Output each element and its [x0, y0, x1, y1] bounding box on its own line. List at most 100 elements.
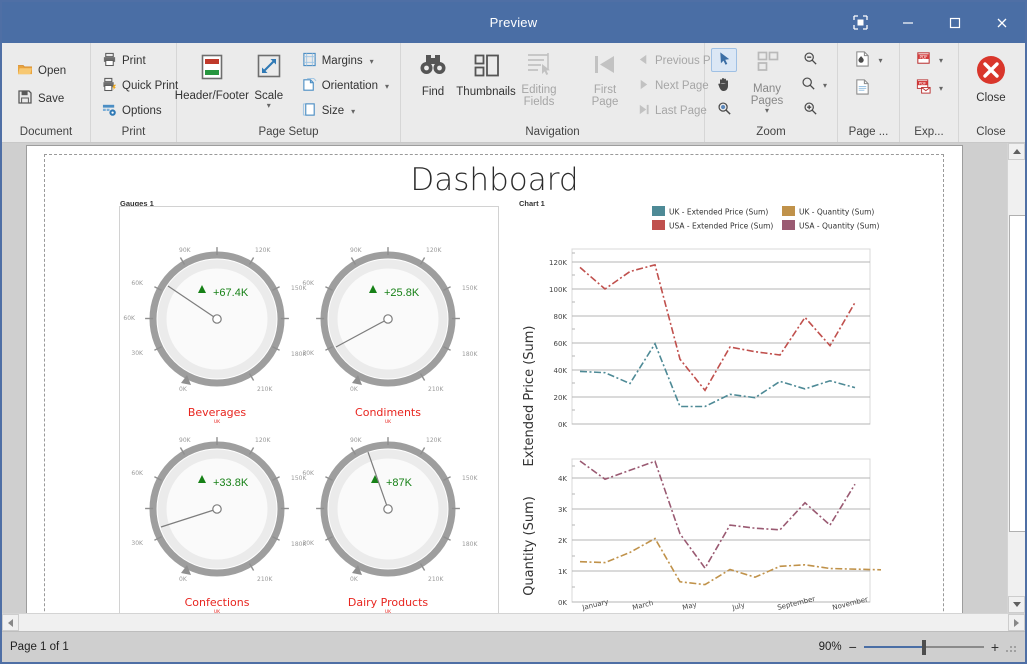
zoom-out-button-status[interactable]: − — [849, 640, 857, 654]
chevron-down-icon[interactable]: ▾ — [351, 107, 355, 116]
minimize-icon[interactable] — [884, 2, 931, 43]
orientation-button[interactable]: Orientation ▾ — [297, 75, 394, 97]
zoom-in-button-status[interactable]: + — [991, 640, 999, 654]
page-size-button[interactable]: Size ▾ — [297, 100, 394, 122]
hand-tool-button[interactable] — [711, 73, 737, 97]
zoom-out-button[interactable] — [797, 48, 823, 72]
svg-text:+25.8K: +25.8K — [384, 287, 420, 299]
svg-text:0K: 0K — [350, 386, 359, 393]
scroll-left-button[interactable] — [2, 614, 19, 631]
editing-fields-button[interactable]: Editing Fields — [513, 47, 565, 112]
zoom-slider-thumb[interactable] — [921, 639, 926, 655]
previous-page-icon — [637, 53, 650, 69]
vertical-scroll-thumb[interactable] — [1009, 215, 1025, 532]
svg-text:3K: 3K — [558, 506, 567, 514]
svg-text:60K: 60K — [302, 280, 315, 287]
svg-text:150K: 150K — [462, 285, 478, 292]
scroll-down-button[interactable] — [1008, 596, 1025, 613]
document-scroll-viewport[interactable]: Dashboard Gauges 1 Chart 1 60K 60K 30K 9… — [2, 143, 1007, 613]
svg-text:60K: 60K — [131, 470, 144, 477]
restore-window-icon[interactable] — [837, 2, 884, 43]
header-footer-icon — [195, 51, 229, 88]
zoom-level-icon — [801, 76, 816, 94]
gauge-label: Condiments — [355, 406, 421, 419]
chevron-down-icon[interactable]: ▾ — [765, 107, 769, 115]
find-button[interactable]: Find — [407, 47, 459, 102]
gauge-dairy-products: 60K 30K 90K 120K 150K 180K 210K 0K +87K — [302, 437, 478, 613]
svg-text:+87K: +87K — [386, 477, 413, 489]
thumbnails-button[interactable]: Thumbnails — [456, 47, 516, 102]
zoom-slider[interactable] — [863, 639, 984, 655]
export-pdf-button[interactable]: PDF ▾ — [912, 49, 946, 71]
svg-text:90K: 90K — [179, 437, 192, 444]
gauge-beverages: 60K 60K 30K 90K 120K 150K 180K 210K 0K +… — [123, 247, 307, 425]
ribbon-group-zoom: Many Pages ▾ ▾ Zoom — [705, 43, 838, 142]
many-pages-icon — [751, 50, 783, 81]
scroll-right-button[interactable] — [1008, 614, 1025, 631]
svg-text:90K: 90K — [350, 247, 363, 254]
legend-label-usa-quantity: USA - Quantity (Sum) — [799, 222, 880, 231]
quick-print-button[interactable]: Quick Print — [97, 75, 183, 97]
email-pdf-button[interactable]: PDF ▾ — [912, 77, 946, 99]
resize-grip-icon[interactable] — [1006, 642, 1017, 653]
scroll-up-button[interactable] — [1008, 143, 1025, 160]
svg-text:0K: 0K — [179, 386, 188, 393]
zoom-percent-label: 90% — [818, 641, 842, 653]
page-title: Dashboard — [410, 162, 579, 198]
chevron-down-icon[interactable]: ▾ — [385, 82, 389, 91]
print-options-button[interactable]: Options — [97, 100, 183, 122]
group-caption-export: Exp... — [914, 126, 944, 138]
save-button[interactable]: Save — [12, 88, 71, 110]
horizontal-scrollbar[interactable] — [2, 613, 1025, 631]
status-bar: Page 1 of 1 90% − + — [2, 631, 1025, 662]
svg-text:30K: 30K — [302, 540, 315, 547]
svg-text:PDF: PDF — [919, 54, 928, 59]
page-color-button[interactable]: ▾ — [851, 49, 885, 71]
ribbon-group-page-background: ▾ Page ... — [838, 43, 900, 142]
first-page-button[interactable]: First Page — [579, 47, 631, 112]
many-pages-button[interactable]: Many Pages ▾ — [737, 47, 797, 119]
next-page-icon — [637, 78, 650, 94]
pointer-tool-button[interactable] — [711, 48, 737, 72]
svg-text:210K: 210K — [428, 386, 444, 393]
svg-text:120K: 120K — [426, 437, 442, 444]
svg-text:1K: 1K — [558, 568, 567, 576]
open-folder-icon — [17, 61, 33, 80]
print-button[interactable]: Print — [97, 50, 183, 72]
scale-icon — [252, 51, 286, 88]
svg-text:40K: 40K — [554, 367, 568, 375]
chart-quantity: Quantity (Sum) 0K 1K 2K 3K 4K January Ma… — [522, 458, 882, 612]
legend-label-uk-extended-price: UK - Extended Price (Sum) — [669, 208, 768, 217]
save-label: Save — [38, 92, 65, 105]
svg-text:PDF: PDF — [919, 82, 926, 86]
zoom-level-button[interactable]: ▾ — [797, 73, 831, 97]
vertical-scrollbar[interactable] — [1007, 143, 1025, 613]
watermark-button[interactable] — [851, 77, 885, 99]
svg-text:2K: 2K — [558, 537, 567, 545]
maximize-icon[interactable] — [931, 2, 978, 43]
first-page-icon — [590, 51, 620, 82]
close-icon[interactable] — [978, 2, 1025, 43]
close-circle-icon — [974, 53, 1008, 90]
last-page-label: Last Page — [655, 105, 707, 117]
email-pdf-icon: PDF — [915, 78, 932, 98]
chevron-down-icon[interactable]: ▾ — [939, 84, 943, 93]
page-size-label: Size — [321, 105, 345, 117]
chevron-down-icon[interactable]: ▾ — [823, 81, 827, 90]
scale-button[interactable]: Scale ▾ — [243, 47, 295, 114]
open-button[interactable]: Open — [12, 60, 71, 82]
print-options-label: Options — [122, 105, 162, 117]
ribbon-group-page-setup: Header/Footer Scale ▾ Margins ▾ Orientat… — [175, 43, 401, 142]
header-footer-button[interactable]: Header/Footer — [175, 47, 249, 106]
orientation-icon — [302, 77, 317, 95]
zoom-in-button[interactable] — [797, 98, 823, 122]
svg-text:210K: 210K — [428, 576, 444, 583]
printer-icon — [102, 52, 117, 70]
chevron-down-icon[interactable]: ▾ — [370, 57, 374, 66]
chevron-down-icon[interactable]: ▾ — [939, 56, 943, 65]
close-button[interactable]: Close — [965, 47, 1017, 108]
magnifier-tool-button[interactable] — [711, 98, 737, 122]
margins-button[interactable]: Margins ▾ — [297, 50, 394, 72]
chevron-down-icon[interactable]: ▾ — [267, 102, 271, 110]
chevron-down-icon[interactable]: ▾ — [878, 56, 882, 65]
